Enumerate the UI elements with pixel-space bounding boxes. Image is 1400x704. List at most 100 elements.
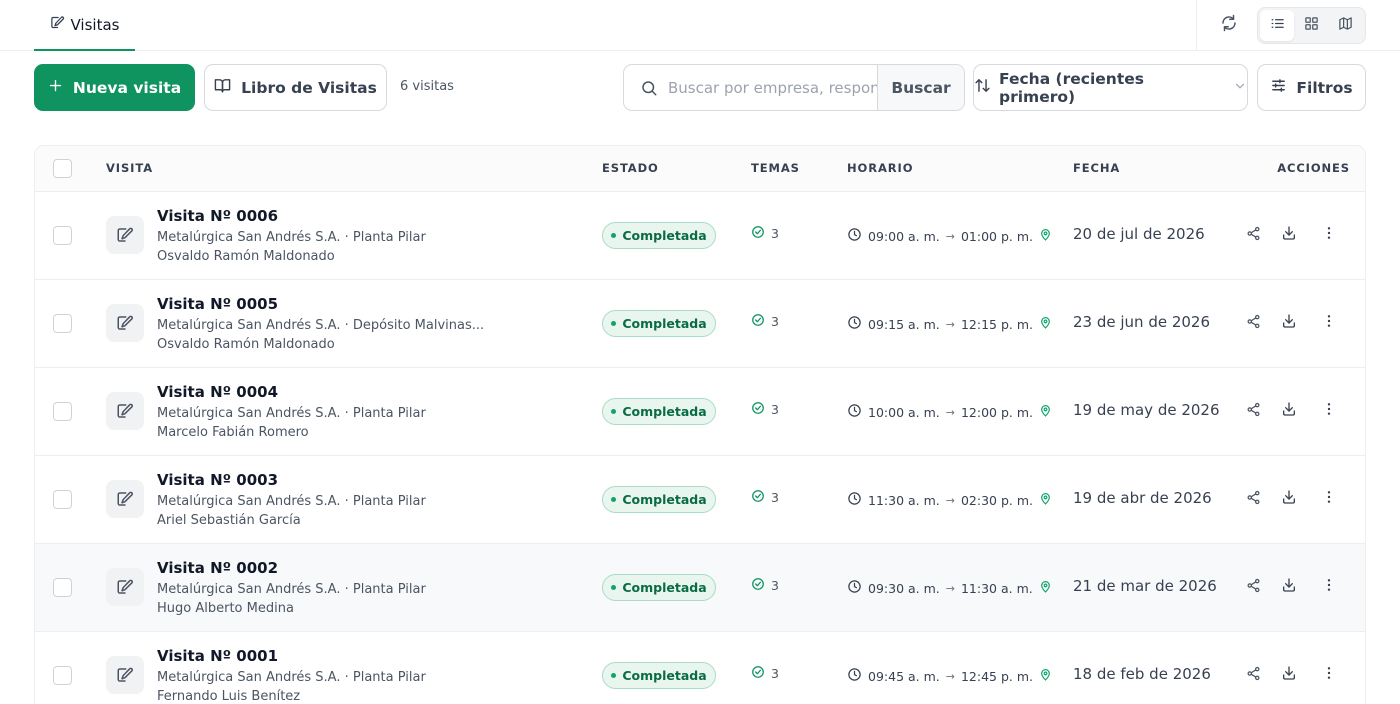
row-checkbox[interactable] bbox=[53, 666, 72, 685]
new-visit-button[interactable]: Nueva visita bbox=[34, 64, 195, 111]
topics-count: 3 bbox=[751, 225, 779, 242]
divider bbox=[1196, 0, 1197, 51]
more-options-button[interactable] bbox=[1318, 488, 1340, 510]
search-input[interactable] bbox=[666, 65, 877, 110]
visit-location: Metalúrgica San Andrés S.A. · Planta Pil… bbox=[157, 582, 426, 597]
download-button[interactable] bbox=[1278, 224, 1300, 246]
visit-title[interactable]: Visita Nº 0002 bbox=[157, 559, 278, 577]
status-dot bbox=[611, 497, 617, 502]
topics-count: 3 bbox=[751, 401, 779, 418]
more-vertical-icon bbox=[1321, 225, 1337, 245]
visit-location: Metalúrgica San Andrés S.A. · Depósito M… bbox=[157, 318, 485, 333]
status-label: Completada bbox=[622, 580, 707, 595]
visit-doc-icon bbox=[106, 216, 144, 254]
table-row[interactable]: Visita Nº 0001 Metalúrgica San Andrés S.… bbox=[35, 632, 1365, 704]
more-vertical-icon bbox=[1321, 401, 1337, 421]
select-all-checkbox[interactable] bbox=[53, 159, 72, 178]
row-checkbox[interactable] bbox=[53, 314, 72, 333]
column-header-estado[interactable]: ESTADO bbox=[602, 161, 659, 175]
table-row[interactable]: Visita Nº 0003 Metalúrgica San Andrés S.… bbox=[35, 456, 1365, 544]
visit-date: 20 de jul de 2026 bbox=[1073, 225, 1205, 243]
share-button[interactable] bbox=[1242, 488, 1264, 510]
location-pin-icon bbox=[1039, 316, 1052, 332]
table-header: VISITA ESTADO TEMAS HORARIO FECHA ACCION… bbox=[35, 146, 1365, 192]
share-button[interactable] bbox=[1242, 312, 1264, 334]
visit-title[interactable]: Visita Nº 0003 bbox=[157, 471, 278, 489]
location-pin-icon bbox=[1039, 580, 1052, 596]
visit-title[interactable]: Visita Nº 0006 bbox=[157, 207, 278, 225]
check-circle-icon bbox=[751, 225, 765, 242]
visit-title[interactable]: Visita Nº 0001 bbox=[157, 647, 278, 665]
share-button[interactable] bbox=[1242, 664, 1264, 686]
grid-view-icon bbox=[1304, 16, 1319, 35]
visit-date: 23 de jun de 2026 bbox=[1073, 313, 1211, 331]
table-row[interactable]: Visita Nº 0004 Metalúrgica San Andrés S.… bbox=[35, 368, 1365, 456]
download-icon bbox=[1281, 313, 1297, 333]
more-options-button[interactable] bbox=[1318, 664, 1340, 686]
visit-schedule: 10:00 a. m. → 12:00 p. m. bbox=[847, 403, 1052, 421]
share-button[interactable] bbox=[1242, 576, 1264, 598]
table-row[interactable]: Visita Nº 0005 Metalúrgica San Andrés S.… bbox=[35, 280, 1365, 368]
share-button[interactable] bbox=[1242, 224, 1264, 246]
download-button[interactable] bbox=[1278, 400, 1300, 422]
map-view-button[interactable] bbox=[1328, 10, 1362, 41]
table-row[interactable]: Visita Nº 0002 Metalúrgica San Andrés S.… bbox=[35, 544, 1365, 632]
download-icon bbox=[1281, 225, 1297, 245]
search-box: Buscar bbox=[623, 64, 965, 111]
row-checkbox[interactable] bbox=[53, 578, 72, 597]
end-time: 12:15 p. m. bbox=[960, 316, 1034, 332]
start-time: 09:15 a. m. bbox=[868, 316, 940, 332]
topics-count-value: 3 bbox=[771, 490, 779, 505]
new-visit-label: Nueva visita bbox=[72, 78, 182, 97]
topics-count: 3 bbox=[751, 489, 779, 506]
visit-date: 18 de feb de 2026 bbox=[1073, 665, 1211, 683]
time-arrow: → bbox=[945, 229, 955, 243]
book-icon bbox=[214, 77, 231, 98]
status-dot bbox=[611, 233, 617, 238]
download-icon bbox=[1281, 401, 1297, 421]
share-button[interactable] bbox=[1242, 400, 1264, 422]
search-button[interactable]: Buscar bbox=[877, 65, 964, 110]
visit-title[interactable]: Visita Nº 0005 bbox=[157, 295, 278, 313]
more-options-button[interactable] bbox=[1318, 576, 1340, 598]
more-options-button[interactable] bbox=[1318, 400, 1340, 422]
download-button[interactable] bbox=[1278, 312, 1300, 334]
time-arrow: → bbox=[945, 405, 955, 419]
more-options-button[interactable] bbox=[1318, 224, 1340, 246]
more-vertical-icon bbox=[1321, 489, 1337, 509]
end-time: 02:30 p. m. bbox=[960, 492, 1034, 508]
sliders-icon bbox=[1270, 77, 1287, 98]
refresh-button[interactable] bbox=[1217, 13, 1241, 37]
column-header-horario[interactable]: HORARIO bbox=[847, 161, 913, 175]
download-button[interactable] bbox=[1278, 488, 1300, 510]
column-header-visita[interactable]: VISITA bbox=[106, 161, 153, 175]
more-options-button[interactable] bbox=[1318, 312, 1340, 334]
tab-visitas[interactable]: Visitas bbox=[34, 0, 135, 51]
visit-title[interactable]: Visita Nº 0004 bbox=[157, 383, 278, 401]
list-view-button[interactable] bbox=[1260, 10, 1294, 41]
topics-count: 3 bbox=[751, 577, 779, 594]
column-header-fecha[interactable]: FECHA bbox=[1073, 161, 1120, 175]
download-icon bbox=[1281, 577, 1297, 597]
visit-location: Metalúrgica San Andrés S.A. · Planta Pil… bbox=[157, 670, 426, 685]
sort-dropdown[interactable]: Fecha (recientes primero) bbox=[973, 64, 1248, 111]
download-button[interactable] bbox=[1278, 576, 1300, 598]
topics-count: 3 bbox=[751, 665, 779, 682]
column-header-temas[interactable]: TEMAS bbox=[751, 161, 800, 175]
row-checkbox[interactable] bbox=[53, 490, 72, 509]
location-pin-icon bbox=[1039, 492, 1052, 508]
visit-doc-icon bbox=[106, 480, 144, 518]
list-view-icon bbox=[1270, 16, 1285, 35]
download-button[interactable] bbox=[1278, 664, 1300, 686]
visit-book-button[interactable]: Libro de Visitas bbox=[204, 64, 387, 111]
more-vertical-icon bbox=[1321, 577, 1337, 597]
row-checkbox[interactable] bbox=[53, 226, 72, 245]
visit-doc-icon bbox=[106, 568, 144, 606]
row-checkbox[interactable] bbox=[53, 402, 72, 421]
visit-responsible: Fernando Luis Benítez bbox=[157, 689, 301, 704]
grid-view-button[interactable] bbox=[1294, 10, 1328, 41]
clock-icon bbox=[847, 579, 862, 597]
status-label: Completada bbox=[622, 228, 707, 243]
table-row[interactable]: Visita Nº 0006 Metalúrgica San Andrés S.… bbox=[35, 192, 1365, 280]
filters-button[interactable]: Filtros bbox=[1257, 64, 1366, 111]
